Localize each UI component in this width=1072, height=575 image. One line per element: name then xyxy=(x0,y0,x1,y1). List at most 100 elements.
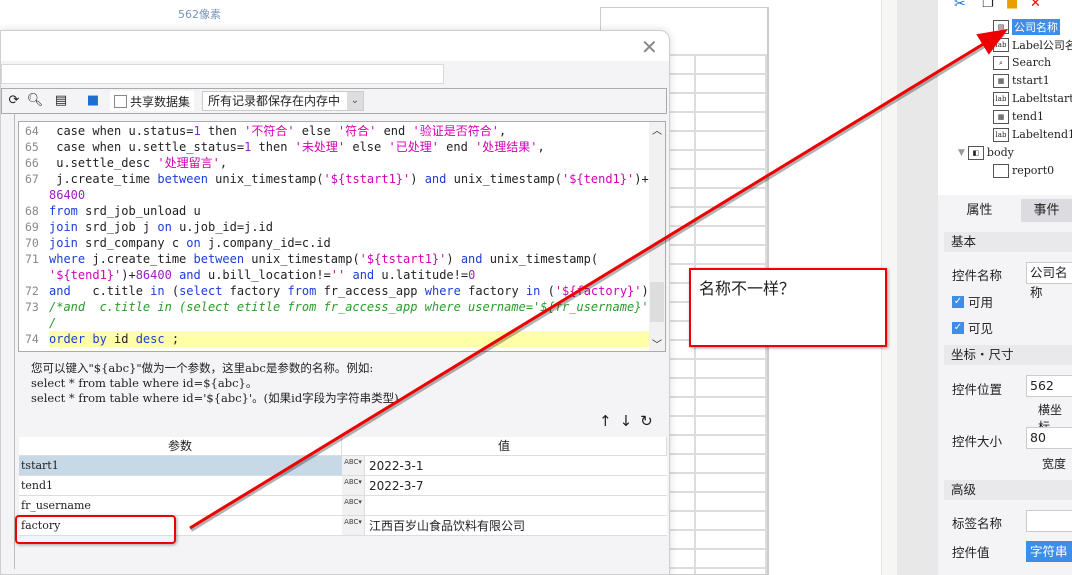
cut-icon[interactable]: ✂ xyxy=(954,0,966,12)
param-name[interactable]: tend1 xyxy=(19,476,342,495)
code-line: 86400 xyxy=(19,187,663,203)
code-token: select xyxy=(179,284,223,298)
code-line: '${tend1}')+86400 and u.bill_location!='… xyxy=(19,267,663,283)
line-number: 64 xyxy=(25,124,39,138)
line-number: 74 xyxy=(19,331,49,347)
line-number: 69 xyxy=(25,220,39,234)
widget-name-input[interactable]: 公司名称 xyxy=(1026,262,1072,300)
move-up-icon[interactable]: ↑ xyxy=(599,412,612,430)
tree-item-label: tstart1 xyxy=(1012,74,1050,87)
tree-item[interactable]: ⌕ Search xyxy=(993,54,1051,71)
code-token: case when u.settle_status= xyxy=(49,140,245,154)
code-token: '未处理' xyxy=(294,140,346,154)
table-row[interactable]: tend1 ABC▾ 2022-3-7 xyxy=(19,476,667,496)
parameter-help-text: 您可以键入"${abc}"做为一个参数，这里abc是参数的名称。例如: sele… xyxy=(31,361,399,405)
visible-checkbox[interactable]: ✓ 可见 xyxy=(952,318,993,337)
tree-item-label: Search xyxy=(1012,56,1052,69)
refresh-icon[interactable]: ⟳ xyxy=(5,92,23,110)
tab-events[interactable]: 事件 xyxy=(1021,199,1072,222)
storage-mode-select[interactable]: 所有记录都保存在内存中 ⌄ xyxy=(202,91,364,111)
move-down-icon[interactable]: ↓ xyxy=(620,412,633,430)
tree-item[interactable]: report0 xyxy=(993,162,1054,179)
code-token: 86400 xyxy=(135,268,172,282)
delete-icon[interactable]: ✕ xyxy=(1030,0,1041,11)
table-row[interactable]: tstart1 ABC▾ 2022-3-1 xyxy=(19,456,667,476)
chevron-down-icon[interactable]: ⌄ xyxy=(347,92,363,110)
label-icon: lab xyxy=(993,127,1009,142)
tree-item[interactable]: ▦ tend1 xyxy=(993,108,1044,125)
line-number: 71 xyxy=(25,252,39,266)
code-token: else xyxy=(294,124,338,138)
param-value-input[interactable]: 2022-3-1 xyxy=(364,456,667,475)
tree-item[interactable]: ▦ tstart1 xyxy=(993,72,1050,89)
expand-arrow-icon[interactable]: ▼ xyxy=(958,148,965,158)
checkbox-box[interactable] xyxy=(114,94,127,108)
tag-name-input[interactable] xyxy=(1026,510,1072,532)
code-token: and xyxy=(460,252,483,266)
code-token: then xyxy=(251,140,295,154)
dataset-name-input[interactable] xyxy=(1,64,444,84)
tree-item[interactable]: ▼ ◧ body xyxy=(958,144,1014,161)
param-value-input[interactable]: 2022-3-7 xyxy=(364,476,667,495)
tree-item[interactable]: lab Label公司名 xyxy=(993,36,1072,53)
code-token: from xyxy=(49,204,78,218)
code-token: , xyxy=(219,156,228,170)
code-line: 71 where j.create_time between unix_times… xyxy=(19,251,663,267)
position-x-input[interactable]: 562 xyxy=(1026,375,1072,397)
enabled-checkbox[interactable]: ✓ 可用 xyxy=(952,292,993,311)
share-dataset-checkbox[interactable]: 共享数据集 xyxy=(110,91,195,111)
param-value-input[interactable]: 江西百岁山食品饮料有限公司 xyxy=(364,516,667,535)
copy-icon[interactable]: ❐ xyxy=(982,0,994,11)
code-token: between xyxy=(157,172,208,186)
widget-name-label: 控件名称 xyxy=(952,268,1003,283)
table-row[interactable]: fr_username ABC▾ xyxy=(19,496,667,516)
param-name[interactable]: fr_username xyxy=(19,496,342,515)
refresh-params-icon[interactable]: ↻ xyxy=(640,412,653,430)
code-token: )+ xyxy=(634,172,649,186)
type-selector-icon[interactable]: ABC▾ xyxy=(342,456,364,475)
code-token: then xyxy=(200,124,245,138)
scroll-down-icon[interactable]: ﹀ xyxy=(652,336,662,351)
save-icon[interactable]: ■ xyxy=(84,92,102,110)
close-icon[interactable]: ✕ xyxy=(641,35,658,59)
code-token: where xyxy=(424,284,461,298)
tree-item[interactable]: lab Labeltstart xyxy=(993,90,1072,107)
type-selector-icon[interactable]: ABC▾ xyxy=(342,476,364,495)
line-number: 66 xyxy=(25,156,39,170)
right-properties-panel: ✂ ❐ ■ ✕ ▤ 公司名称 lab Label公司名 ⌕ Search ▦ tstart1 l… xyxy=(938,0,1072,575)
tree-item-label: 公司名称 xyxy=(1012,18,1060,35)
code-token: order by xyxy=(49,332,107,346)
code-token: j.create_time xyxy=(85,252,194,266)
tree-item-label: body xyxy=(986,146,1014,159)
tree-item-label: Labeltstart xyxy=(1012,92,1072,105)
code-token: c.title xyxy=(70,284,151,298)
scroll-up-icon[interactable]: ︿ xyxy=(652,122,662,137)
tree-item[interactable]: lab Labeltend1 xyxy=(993,126,1072,143)
preview-icon[interactable]: 🔍︎ xyxy=(26,92,44,110)
tab-properties[interactable]: 属性 xyxy=(938,199,1021,222)
value-type-button[interactable]: 字符串 xyxy=(1026,541,1072,562)
editor-toolbar: ⟳ 🔍︎ ▤ ■ 共享数据集 所有记录都保存在内存中 ⌄ xyxy=(1,88,667,114)
type-label: ABC xyxy=(344,498,359,506)
width-caption: 宽度 xyxy=(1042,457,1067,471)
dialog-title-bar: ✕ xyxy=(1,31,669,61)
tree-item[interactable]: ▤ 公司名称 xyxy=(993,18,1060,35)
sql-icon[interactable]: ▤ xyxy=(52,92,70,110)
code-token: srd_company c xyxy=(77,236,187,250)
code-line: 72 and c.title in (select factory from fr… xyxy=(19,283,663,299)
scroll-thumb[interactable] xyxy=(650,282,664,322)
paste-icon[interactable]: ■ xyxy=(1006,0,1018,11)
type-selector-icon[interactable]: ABC▾ xyxy=(342,496,364,515)
left-tool-strip xyxy=(1,89,15,569)
panel-splitter xyxy=(897,0,938,575)
code-line: 69 join srd_job j on u.job_id=j.id xyxy=(19,219,663,235)
sql-editor[interactable]: 64 case when u.status=1 then '不符合' else … xyxy=(18,121,666,352)
editor-scrollbar[interactable]: ︿ ﹀ xyxy=(649,122,665,351)
type-selector-icon[interactable]: ABC▾ xyxy=(342,516,364,535)
width-input[interactable]: 80 xyxy=(1026,427,1072,449)
table-header: 参数 值 xyxy=(19,437,667,456)
param-value-input[interactable] xyxy=(364,496,667,515)
param-name[interactable]: tstart1 xyxy=(19,456,342,475)
code-token: '已处理' xyxy=(388,140,439,154)
type-label: ABC xyxy=(344,458,359,466)
